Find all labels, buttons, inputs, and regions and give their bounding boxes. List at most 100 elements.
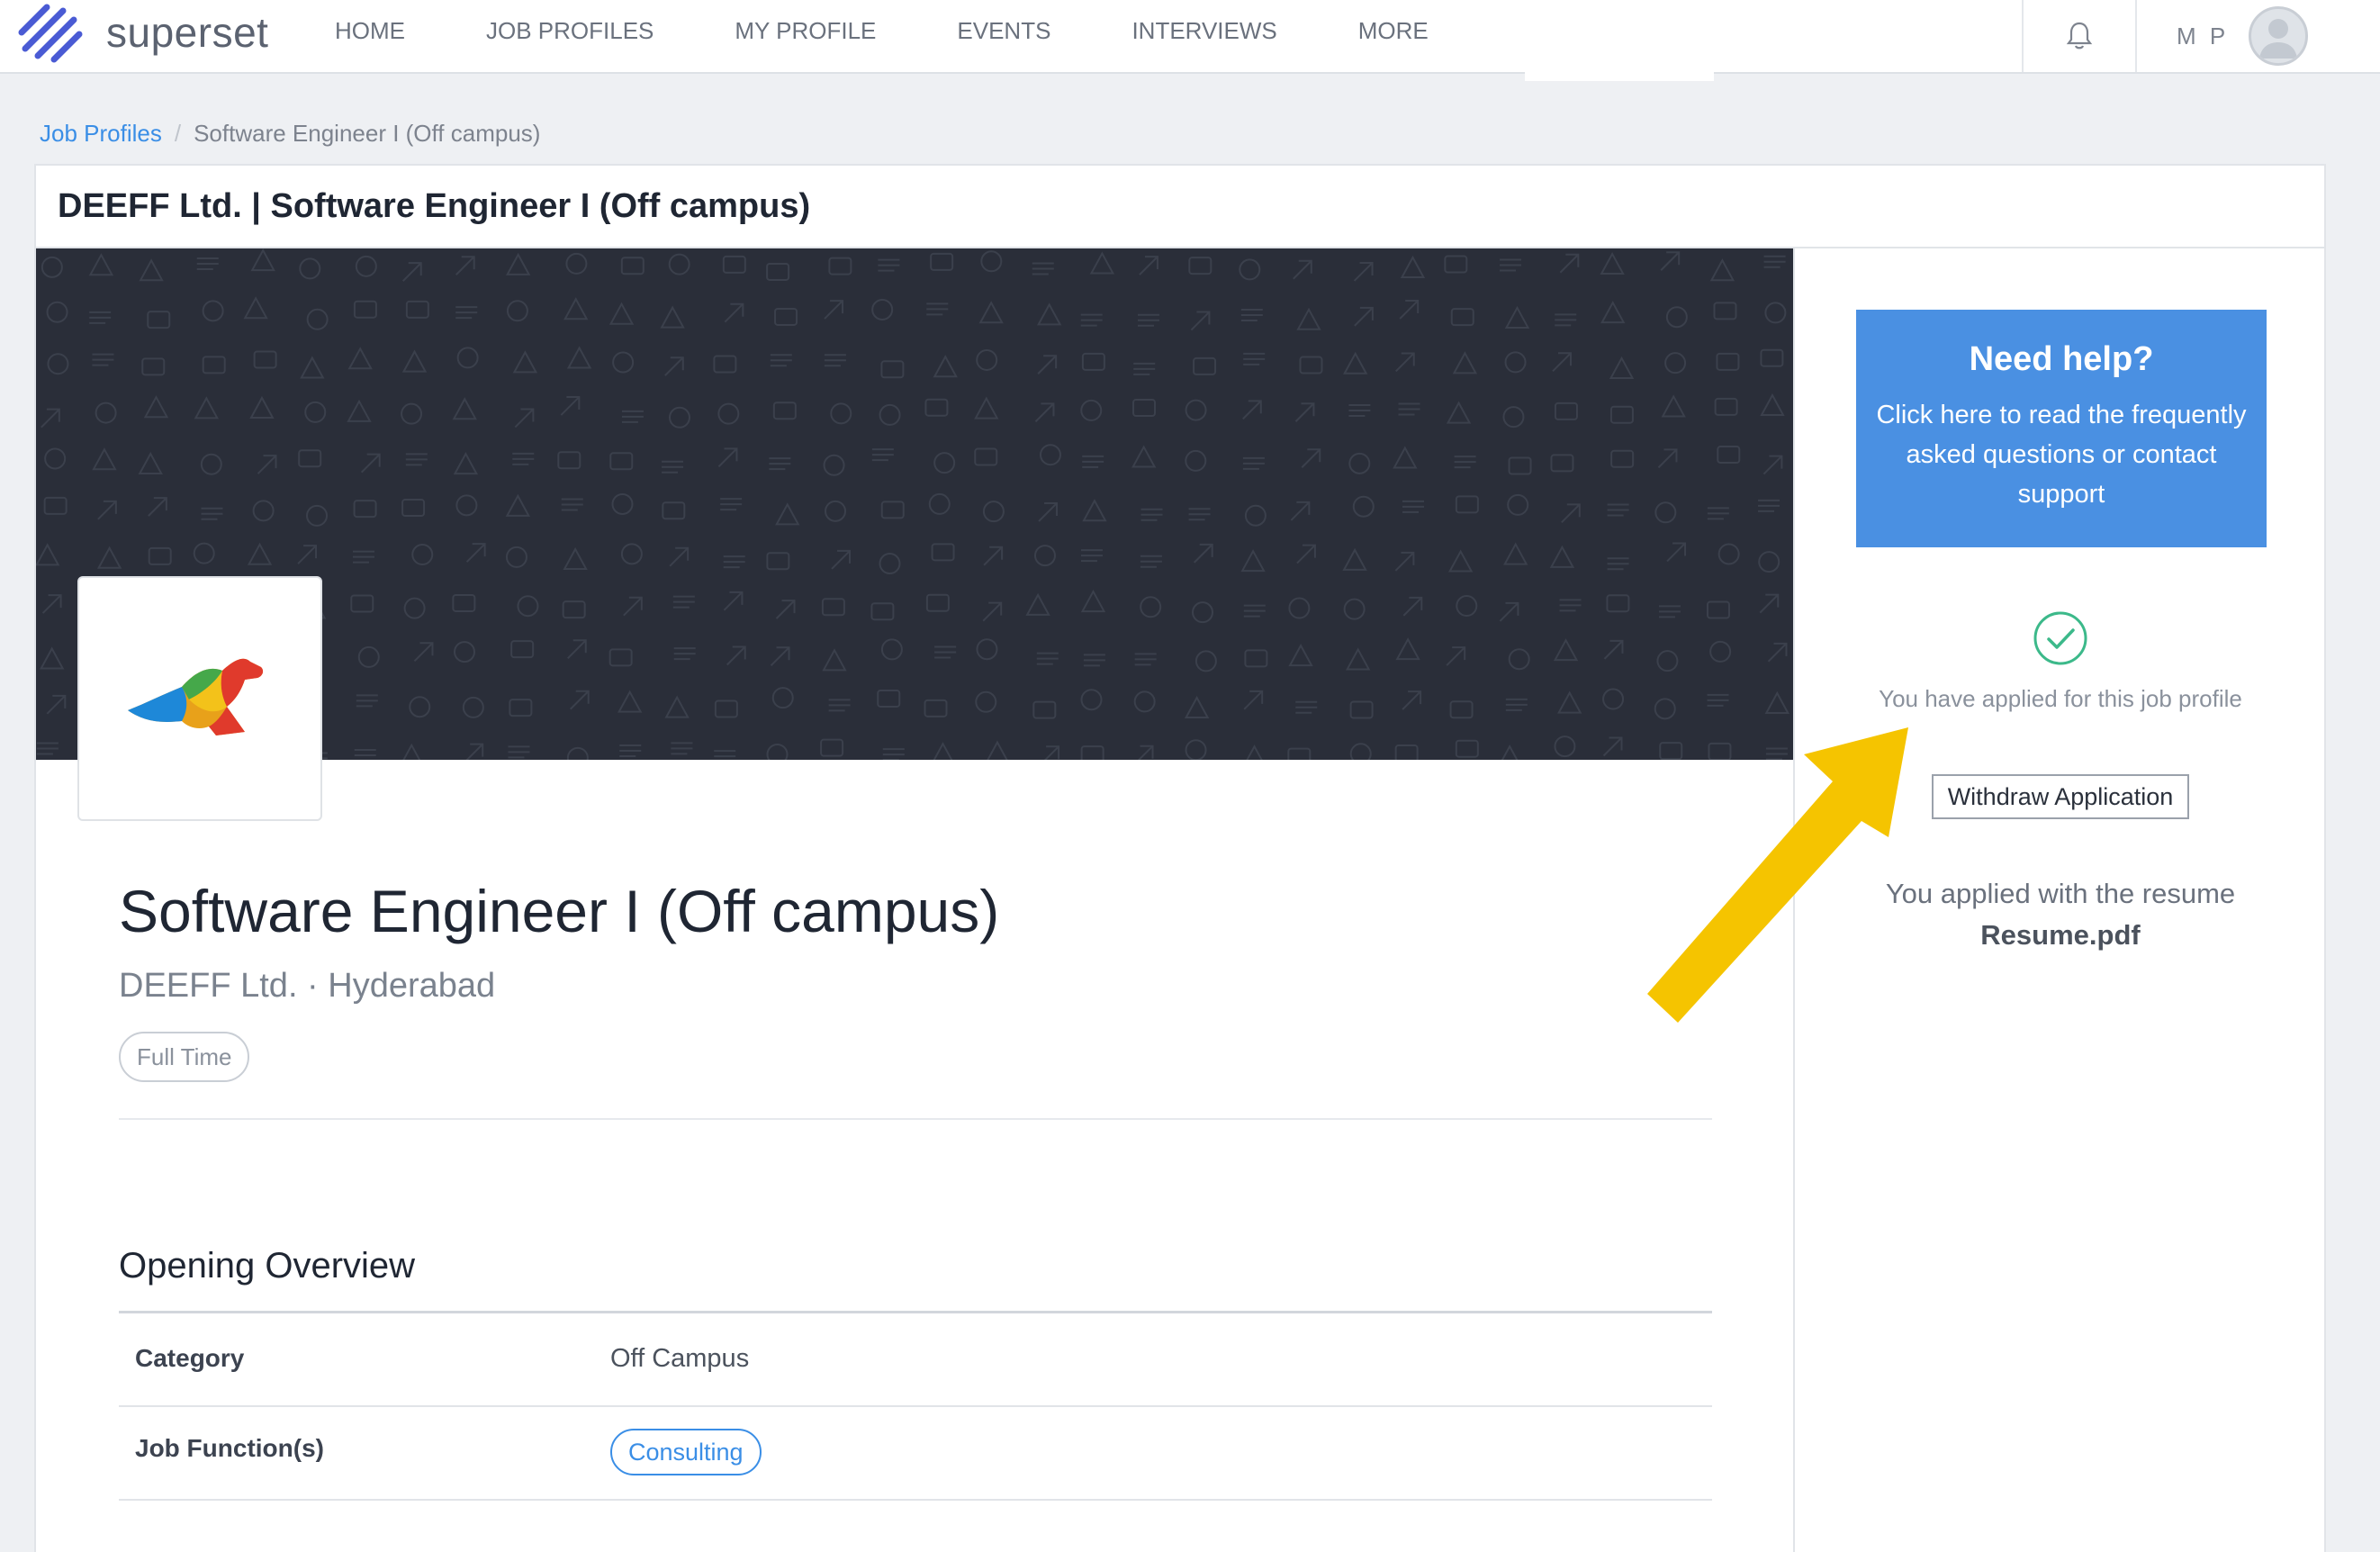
banner-pattern-glyph — [1294, 402, 1315, 422]
banner-pattern-glyph — [668, 253, 690, 275]
resume-filename[interactable]: Resume.pdf — [1831, 915, 2290, 956]
banner-pattern-glyph — [300, 356, 325, 379]
brand[interactable]: superset — [14, 0, 268, 65]
banner-pattern-glyph — [202, 356, 226, 374]
banner-pattern-glyph — [196, 257, 219, 270]
banner-pattern-glyph — [878, 258, 900, 272]
banner-pattern-glyph — [409, 696, 431, 718]
banner-pattern-glyph — [828, 699, 851, 712]
banner-pattern-glyph — [1348, 452, 1371, 474]
banner-pattern-glyph — [720, 498, 743, 511]
banner-pattern-glyph — [354, 749, 376, 757]
banner-pattern-glyph — [1195, 650, 1217, 672]
banner-pattern-glyph — [562, 600, 586, 619]
divider — [119, 1118, 1712, 1120]
banner-pattern-glyph — [452, 397, 477, 420]
banner-pattern-glyph — [1717, 446, 1741, 465]
banner-pattern-glyph — [47, 353, 69, 375]
banner-pattern-glyph — [672, 595, 695, 609]
job-title: Software Engineer I (Off campus) — [119, 878, 1000, 944]
banner-pattern-glyph — [828, 257, 852, 275]
banner-pattern-glyph — [401, 402, 423, 425]
banner-pattern-glyph — [824, 300, 844, 320]
banner-pattern-glyph — [1552, 352, 1572, 372]
banner-pattern-glyph — [664, 356, 684, 376]
banner-pattern-glyph — [1242, 400, 1262, 420]
banner-pattern-glyph — [350, 594, 374, 613]
banner-pattern-glyph — [723, 591, 744, 611]
banner-pattern-glyph — [774, 307, 798, 326]
user-menu[interactable]: M P — [2137, 0, 2380, 72]
banner-pattern-glyph — [924, 398, 949, 417]
banner-pattern-glyph — [252, 500, 275, 522]
banner-pattern-glyph — [1133, 362, 1156, 375]
banner-pattern-glyph — [1398, 402, 1420, 416]
nav-more[interactable]: MORE — [1358, 17, 1429, 45]
banner-pattern-glyph — [766, 262, 790, 281]
banner-pattern-glyph — [1034, 402, 1055, 423]
withdraw-application-button[interactable]: Withdraw Application — [1932, 774, 2189, 819]
check-circle-icon — [2033, 611, 2087, 665]
banner-pattern-glyph — [401, 262, 422, 282]
banner-pattern-glyph — [870, 602, 895, 621]
table-row: Job Function(s) Consulting — [119, 1407, 1712, 1501]
banner-pattern-glyph — [930, 252, 954, 271]
banner-pattern-glyph — [509, 699, 533, 717]
banner-pattern-glyph — [1760, 348, 1784, 367]
banner-pattern-glyph — [1140, 596, 1162, 618]
banner-pattern-glyph — [299, 257, 321, 280]
banner-pattern-glyph — [1354, 306, 1374, 327]
nav-events[interactable]: EVENTS — [957, 17, 1050, 45]
banner-pattern-glyph — [1600, 301, 1626, 324]
banner-pattern-glyph — [1137, 313, 1159, 327]
banner-pattern-glyph — [775, 600, 796, 619]
banner-pattern-glyph — [1658, 605, 1681, 618]
banner-pattern-glyph — [405, 300, 429, 319]
banner-pattern-glyph — [1764, 690, 1790, 714]
banner-pattern-glyph — [671, 742, 693, 755]
banner-pattern-glyph — [772, 402, 797, 420]
banner-pattern-glyph — [250, 248, 275, 272]
company-location: DEEFF Ltd. · Hyderabad — [119, 967, 496, 1005]
banner-pattern-glyph — [1185, 399, 1207, 421]
banner-pattern-glyph — [1349, 743, 1372, 760]
banner-pattern-glyph — [453, 641, 475, 663]
row-value: Off Campus — [610, 1344, 750, 1373]
banner-pattern-glyph — [931, 543, 955, 562]
banner-pattern-glyph — [1296, 544, 1316, 564]
banner-pattern-glyph — [1504, 351, 1527, 374]
banner-pattern-glyph — [871, 448, 894, 462]
main-nav: HOME JOB PROFILES MY PROFILE EVENTS INTE… — [335, 0, 1510, 61]
banner-pattern-glyph — [413, 642, 434, 663]
banner-pattern-glyph — [1554, 402, 1578, 420]
banner-pattern-glyph — [561, 498, 583, 511]
banner-pattern-glyph — [357, 645, 380, 668]
banner-pattern-glyph — [36, 543, 60, 566]
notifications-button[interactable] — [2022, 0, 2137, 72]
banner-pattern-glyph — [462, 696, 484, 718]
banner-pattern-glyph — [1508, 648, 1530, 671]
banner-pattern-glyph — [623, 596, 643, 617]
banner-pattern-glyph — [1395, 637, 1420, 661]
nav-home[interactable]: HOME — [335, 17, 405, 45]
banner-pattern-glyph — [1550, 454, 1574, 473]
nav-job-profiles[interactable]: JOB PROFILES — [486, 17, 654, 45]
banner-pattern-glyph — [138, 451, 163, 475]
banner-pattern-glyph — [566, 346, 592, 369]
banner-pattern-glyph — [1508, 456, 1532, 475]
banner-pattern-glyph — [1244, 649, 1268, 668]
banner-pattern-glyph — [139, 258, 164, 282]
banner-pattern-glyph — [611, 492, 634, 515]
nav-my-profile[interactable]: MY PROFILE — [735, 17, 876, 45]
banner-pattern-glyph — [1352, 495, 1375, 518]
nav-interviews[interactable]: INTERVIEWS — [1131, 17, 1276, 45]
job-function-pill[interactable]: Consulting — [610, 1429, 762, 1475]
banner-pattern-glyph — [1455, 739, 1479, 758]
banner-pattern-glyph — [1192, 601, 1214, 624]
banner-pattern-glyph — [609, 648, 633, 667]
banner-pattern-glyph — [1600, 251, 1625, 275]
banner-pattern-glyph — [1080, 313, 1103, 327]
banner-pattern-glyph — [1447, 549, 1474, 573]
help-card[interactable]: Need help? Click here to read the freque… — [1856, 310, 2267, 547]
breadcrumb-link-job-profiles[interactable]: Job Profiles — [40, 120, 162, 148]
